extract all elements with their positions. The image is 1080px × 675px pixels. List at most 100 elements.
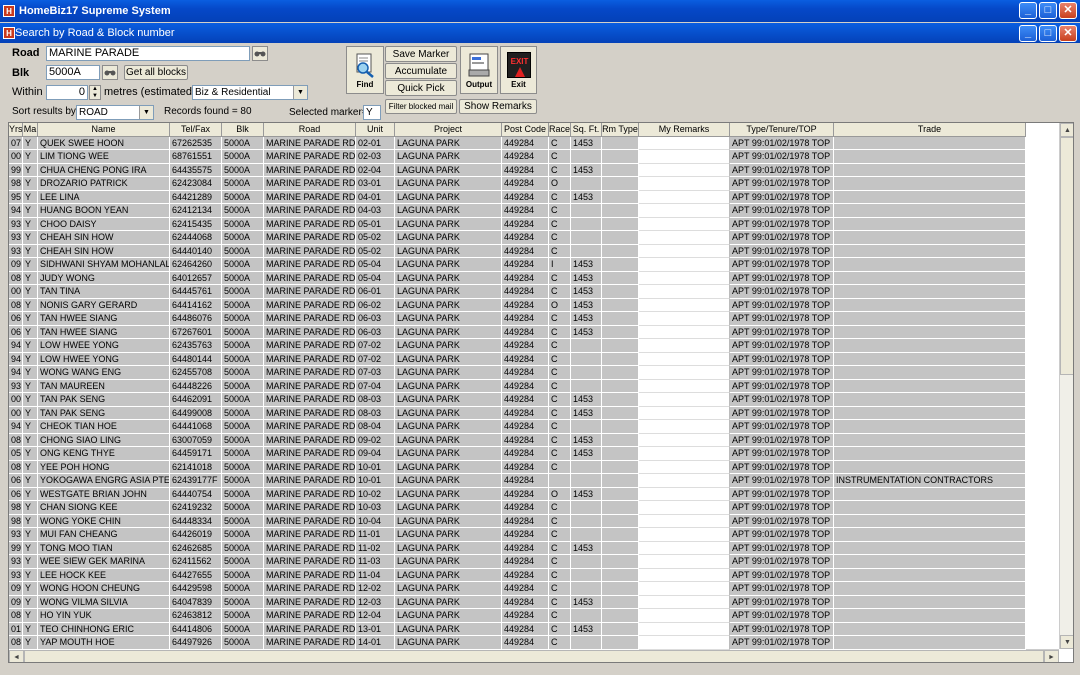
quick-pick-button[interactable]: Quick Pick — [385, 80, 457, 96]
selected-marker-input[interactable]: Y — [363, 105, 381, 120]
scroll-up-icon[interactable]: ▲ — [1060, 123, 1073, 137]
sort-select[interactable]: ROAD ▼ — [76, 105, 154, 120]
exit-button[interactable]: EXIT Exit — [500, 46, 537, 94]
within-spinner[interactable]: ▲ ▼ — [89, 85, 101, 100]
vertical-scrollbar[interactable]: ▲ ▼ — [1059, 123, 1073, 649]
cell-my-remarks[interactable] — [639, 150, 730, 164]
column-header-trade[interactable]: Trade — [834, 123, 1026, 137]
cell-my-remarks[interactable] — [639, 420, 730, 434]
cell-my-remarks[interactable] — [639, 312, 730, 326]
cell-my-remarks[interactable] — [639, 244, 730, 258]
column-header-type-tenure-top[interactable]: Type/Tenure/TOP — [730, 123, 834, 137]
child-minimize-button[interactable]: _ — [1019, 25, 1037, 42]
cell-rm-type — [602, 568, 639, 582]
column-header-post-code[interactable]: Post Code — [502, 123, 549, 137]
column-header-blk[interactable]: Blk — [222, 123, 264, 137]
show-remarks-button[interactable]: Show Remarks — [459, 99, 537, 114]
column-header-rm-type[interactable]: Rm Type — [602, 123, 639, 137]
cell-my-remarks[interactable] — [639, 595, 730, 609]
get-all-blocks-button[interactable]: Get all blocks — [124, 65, 188, 80]
find-button[interactable]: Find — [346, 46, 384, 94]
column-header-road[interactable]: Road — [264, 123, 356, 137]
horizontal-scrollbar[interactable]: ◄ ► — [9, 649, 1059, 662]
cell-my-remarks[interactable] — [639, 217, 730, 231]
column-header-my-remarks[interactable]: My Remarks — [639, 123, 730, 137]
cell-my-remarks[interactable] — [639, 433, 730, 447]
horizontal-scroll-thumb[interactable] — [24, 650, 1044, 662]
vertical-scroll-thumb[interactable] — [1060, 137, 1073, 375]
cell-type-tenure-top: APT 99:01/02/1978 TOP 1 — [730, 366, 834, 380]
cell-my-remarks[interactable] — [639, 622, 730, 636]
cell-my-remarks[interactable] — [639, 474, 730, 488]
cell-my-remarks[interactable] — [639, 163, 730, 177]
cell-my-remarks[interactable] — [639, 555, 730, 569]
cell-my-remarks[interactable] — [639, 501, 730, 515]
cell-my-remarks[interactable] — [639, 487, 730, 501]
cell-my-remarks[interactable] — [639, 393, 730, 407]
cell-my-remarks[interactable] — [639, 325, 730, 339]
type-filter-select[interactable]: Biz & Residential ▼ — [192, 85, 308, 100]
cell-my-remarks[interactable] — [639, 460, 730, 474]
column-header-ma[interactable]: Ma — [23, 123, 38, 137]
cell-my-remarks[interactable] — [639, 609, 730, 623]
blk-lookup-button[interactable] — [102, 65, 118, 80]
child-maximize-button[interactable]: □ — [1039, 25, 1057, 42]
cell-my-remarks[interactable] — [639, 528, 730, 542]
maximize-button[interactable]: □ — [1039, 2, 1057, 19]
cell-blk: 5000A — [222, 420, 264, 434]
column-header-race[interactable]: Race — [549, 123, 571, 137]
output-button[interactable]: Output — [460, 46, 498, 94]
cell-my-remarks[interactable] — [639, 298, 730, 312]
cell-type-tenure-top: APT 99:01/02/1978 TOP 1 — [730, 244, 834, 258]
cell-my-remarks[interactable] — [639, 271, 730, 285]
scroll-right-icon[interactable]: ► — [1044, 650, 1059, 662]
child-close-button[interactable]: ✕ — [1059, 25, 1077, 42]
results-table[interactable]: ▲ ▼ ◄ ► Yrs Ma Name Tel/Fax Blk Road Unit Proje… — [8, 122, 1074, 663]
column-header-project[interactable]: Project — [395, 123, 502, 137]
close-button[interactable]: ✕ — [1059, 2, 1077, 19]
cell-my-remarks[interactable] — [639, 379, 730, 393]
scroll-left-icon[interactable]: ◄ — [9, 650, 24, 662]
blk-input[interactable]: 5000A — [46, 65, 100, 80]
cell-my-remarks[interactable] — [639, 514, 730, 528]
cell-my-remarks[interactable] — [639, 582, 730, 596]
minimize-button[interactable]: _ — [1019, 2, 1037, 19]
save-marker-button[interactable]: Save Marker — [385, 46, 457, 62]
cell-my-remarks[interactable] — [639, 204, 730, 218]
cell-my-remarks[interactable] — [639, 231, 730, 245]
column-header-tel-fax[interactable]: Tel/Fax — [170, 123, 222, 137]
cell-my-remarks[interactable] — [639, 285, 730, 299]
cell-my-remarks[interactable] — [639, 190, 730, 204]
scroll-down-icon[interactable]: ▼ — [1060, 635, 1073, 649]
cell-my-remarks[interactable] — [639, 177, 730, 191]
column-header-unit[interactable]: Unit — [356, 123, 395, 137]
cell-my-remarks[interactable] — [639, 447, 730, 461]
road-lookup-button[interactable] — [252, 46, 268, 61]
cell-type-tenure-top: APT 99:01/02/1978 TOP 1 — [730, 217, 834, 231]
cell-my-remarks[interactable] — [639, 406, 730, 420]
column-header-yrs[interactable]: Yrs — [9, 123, 23, 137]
cell-my-remarks[interactable] — [639, 339, 730, 353]
cell-unit: 14-01 — [356, 636, 395, 650]
cell-trade: INSTRUMENTATION CONTRACTORS — [834, 474, 1026, 488]
within-input[interactable]: 0 — [46, 85, 88, 100]
cell-my-remarks[interactable] — [639, 568, 730, 582]
cell-trade — [834, 568, 1026, 582]
cell-my-remarks[interactable] — [639, 366, 730, 380]
search-form: Road MARINE PARADE Blk 5000A Get all blo… — [0, 43, 1080, 121]
cell-my-remarks[interactable] — [639, 352, 730, 366]
column-header-sq-ft[interactable]: Sq. Ft. — [571, 123, 602, 137]
cell-race: C — [549, 406, 571, 420]
filter-blocked-mail-button[interactable]: Filter blocked mail — [385, 99, 457, 114]
cell-ma: Y — [23, 528, 38, 542]
cell-my-remarks[interactable] — [639, 541, 730, 555]
column-header-name[interactable]: Name — [38, 123, 170, 137]
cell-my-remarks[interactable] — [639, 258, 730, 272]
cell-sq-ft — [571, 514, 602, 528]
cell-my-remarks[interactable] — [639, 636, 730, 650]
cell-name: YEE POH HONG — [38, 460, 170, 474]
cell-sq-ft — [571, 352, 602, 366]
accumulate-button[interactable]: Accumulate — [385, 63, 457, 79]
cell-my-remarks[interactable] — [639, 136, 730, 150]
road-input[interactable]: MARINE PARADE — [46, 46, 250, 61]
